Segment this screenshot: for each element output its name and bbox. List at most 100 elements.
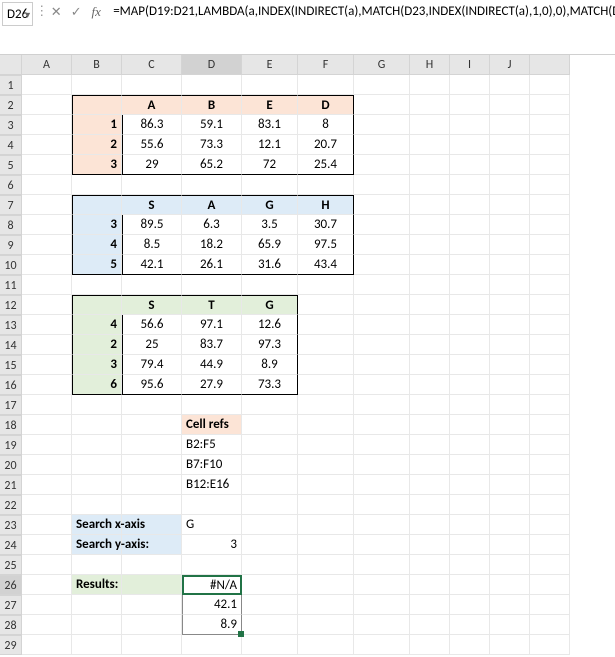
- cell[interactable]: [450, 355, 490, 375]
- row-header[interactable]: 14: [0, 335, 22, 355]
- cell[interactable]: [242, 75, 298, 95]
- cell[interactable]: S: [122, 295, 182, 315]
- cell[interactable]: 56.6: [122, 315, 182, 335]
- cell[interactable]: [530, 475, 570, 495]
- cell[interactable]: [354, 135, 410, 155]
- cell[interactable]: [530, 355, 570, 375]
- cell[interactable]: [450, 375, 490, 395]
- row-header[interactable]: 17: [0, 395, 22, 415]
- cell[interactable]: [22, 195, 72, 215]
- col-header[interactable]: B: [72, 55, 122, 75]
- cell[interactable]: 95.6: [122, 375, 182, 395]
- cell[interactable]: [122, 175, 182, 195]
- cell[interactable]: [122, 455, 182, 475]
- cell[interactable]: [410, 555, 450, 575]
- cell[interactable]: [122, 615, 182, 635]
- cell[interactable]: [410, 595, 450, 615]
- cell[interactable]: [450, 215, 490, 235]
- cell[interactable]: [354, 395, 410, 415]
- cell[interactable]: [298, 475, 354, 495]
- cell[interactable]: [410, 515, 450, 535]
- cell[interactable]: [490, 275, 530, 295]
- cell[interactable]: [490, 515, 530, 535]
- cell[interactable]: A: [122, 95, 182, 115]
- cell[interactable]: [298, 295, 354, 315]
- cell[interactable]: [450, 195, 490, 215]
- cell[interactable]: [490, 635, 530, 655]
- cell[interactable]: 83.1: [242, 115, 298, 135]
- cell[interactable]: [530, 295, 570, 315]
- cell[interactable]: B7:F10: [182, 455, 242, 475]
- cell[interactable]: [490, 335, 530, 355]
- cell[interactable]: [22, 615, 72, 635]
- cell[interactable]: [354, 515, 410, 535]
- cell[interactable]: 6.3: [182, 215, 242, 235]
- cell[interactable]: [530, 255, 570, 275]
- row-header[interactable]: 3: [0, 115, 22, 135]
- cell[interactable]: 8.9: [182, 615, 242, 635]
- cell[interactable]: 97.3: [242, 335, 298, 355]
- cell[interactable]: [450, 455, 490, 475]
- cell[interactable]: 55.6: [122, 135, 182, 155]
- cell[interactable]: [298, 535, 354, 555]
- cell[interactable]: 72: [242, 155, 298, 175]
- cell[interactable]: [410, 215, 450, 235]
- cell[interactable]: [72, 295, 122, 315]
- cell[interactable]: [354, 175, 410, 195]
- formula-input[interactable]: =MAP(D19:D21,LAMBDA(a,INDEX(INDIRECT(a),…: [107, 0, 615, 54]
- cell[interactable]: [182, 495, 242, 515]
- cancel-icon[interactable]: ✕: [47, 2, 65, 22]
- cell[interactable]: [410, 475, 450, 495]
- cell[interactable]: G: [242, 195, 298, 215]
- cell[interactable]: [22, 295, 72, 315]
- cell[interactable]: 6: [72, 375, 122, 395]
- row-header[interactable]: 2: [0, 95, 22, 115]
- fx-icon[interactable]: fx: [87, 2, 105, 22]
- cell[interactable]: 12.6: [242, 315, 298, 335]
- cell[interactable]: [22, 75, 72, 95]
- cell[interactable]: 59.1: [182, 115, 242, 135]
- cell[interactable]: [22, 535, 72, 555]
- cell[interactable]: 79.4: [122, 355, 182, 375]
- cell[interactable]: 44.9: [182, 355, 242, 375]
- cell[interactable]: [354, 475, 410, 495]
- cell[interactable]: [22, 115, 72, 135]
- cell[interactable]: [354, 335, 410, 355]
- cell[interactable]: [298, 415, 354, 435]
- col-header[interactable]: G: [354, 55, 410, 75]
- cell[interactable]: [410, 175, 450, 195]
- cell[interactable]: 29: [122, 155, 182, 175]
- cell[interactable]: [490, 315, 530, 335]
- cell[interactable]: [450, 275, 490, 295]
- cell[interactable]: [410, 95, 450, 115]
- cell[interactable]: [450, 135, 490, 155]
- cell[interactable]: [530, 235, 570, 255]
- cell[interactable]: [530, 115, 570, 135]
- cell[interactable]: [354, 255, 410, 275]
- cell[interactable]: [410, 115, 450, 135]
- cell[interactable]: [490, 115, 530, 135]
- cell[interactable]: [530, 75, 570, 95]
- cell[interactable]: [530, 175, 570, 195]
- cell[interactable]: S: [122, 195, 182, 215]
- cell[interactable]: [298, 335, 354, 355]
- cell[interactable]: [72, 195, 122, 215]
- cell[interactable]: [410, 335, 450, 355]
- cell[interactable]: [122, 75, 182, 95]
- cell[interactable]: [490, 155, 530, 175]
- cell[interactable]: [242, 495, 298, 515]
- cell[interactable]: 73.3: [182, 135, 242, 155]
- cell[interactable]: 97.5: [298, 235, 354, 255]
- cell[interactable]: G: [182, 515, 242, 535]
- cell[interactable]: [450, 515, 490, 535]
- row-header[interactable]: 10: [0, 255, 22, 275]
- row-header[interactable]: 28: [0, 615, 22, 635]
- col-header[interactable]: A: [22, 55, 72, 75]
- cell[interactable]: [298, 575, 354, 595]
- cell[interactable]: 31.6: [242, 255, 298, 275]
- cell[interactable]: 4: [72, 235, 122, 255]
- cell[interactable]: [530, 415, 570, 435]
- cell[interactable]: D: [298, 95, 354, 115]
- cell[interactable]: [450, 95, 490, 115]
- select-all-corner[interactable]: [0, 55, 22, 75]
